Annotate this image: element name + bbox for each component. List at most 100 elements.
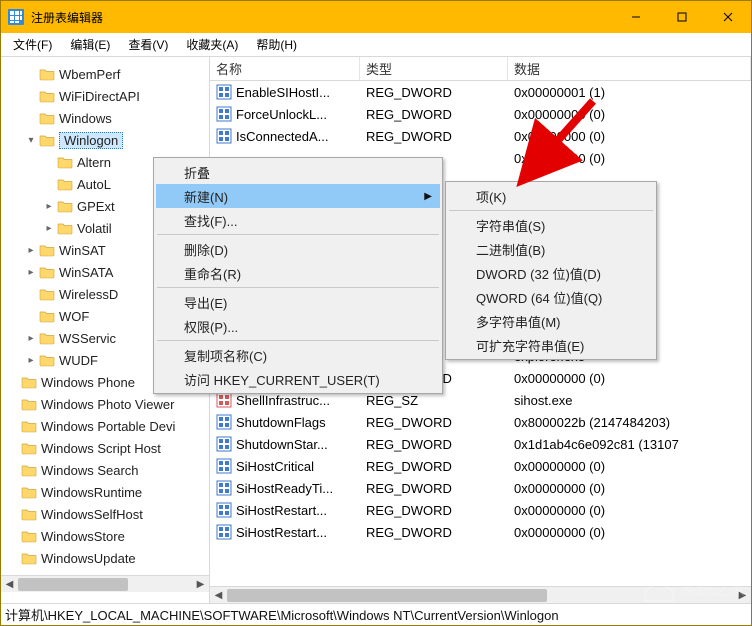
value-data: 0x00000000 (0) bbox=[508, 525, 751, 540]
tree-item-label: WOF bbox=[59, 309, 95, 324]
tree-item[interactable]: WbemPerf bbox=[1, 63, 209, 85]
tree-item-label: WindowsRuntime bbox=[41, 485, 148, 500]
value-row[interactable]: SiHostRestart...REG_DWORD0x00000000 (0) bbox=[210, 499, 751, 521]
column-name[interactable]: 名称 bbox=[210, 57, 360, 80]
menu-item[interactable]: 访问 HKEY_CURRENT_USER(T) bbox=[156, 367, 440, 391]
tree-item[interactable]: ▾Winlogon bbox=[1, 129, 209, 151]
value-name: SiHostRestart... bbox=[236, 503, 327, 518]
expand-icon[interactable] bbox=[7, 420, 19, 432]
menu-item[interactable]: 多字符串值(M) bbox=[448, 309, 654, 333]
value-name: ForceUnlockL... bbox=[236, 107, 327, 122]
titlebar[interactable]: 注册表编辑器 bbox=[1, 1, 751, 33]
expand-icon[interactable] bbox=[7, 508, 19, 520]
expand-icon[interactable]: ▸ bbox=[25, 354, 37, 366]
tree-item-label: Windows Search bbox=[41, 463, 145, 478]
expand-icon[interactable] bbox=[7, 530, 19, 542]
value-row[interactable]: ShutdownStar...REG_DWORD0x1d1ab4c6e092c8… bbox=[210, 433, 751, 455]
scroll-right-icon[interactable]: ▶ bbox=[734, 587, 751, 604]
menu-item[interactable]: 编辑(E) bbox=[62, 33, 118, 56]
expand-icon[interactable] bbox=[43, 156, 55, 168]
value-row[interactable]: EnableSIHostI...REG_DWORD0x00000001 (1) bbox=[210, 81, 751, 103]
expand-icon[interactable]: ▸ bbox=[43, 222, 55, 234]
value-type: REG_DWORD bbox=[360, 107, 508, 122]
value-row[interactable]: SiHostCriticalREG_DWORD0x00000000 (0) bbox=[210, 455, 751, 477]
expand-icon[interactable]: ▸ bbox=[25, 332, 37, 344]
menu-item[interactable]: 复制项名称(C) bbox=[156, 343, 440, 367]
menu-item[interactable]: 文件(F) bbox=[5, 33, 60, 56]
tree-item[interactable]: WindowsUpdate bbox=[1, 547, 209, 569]
value-row[interactable]: ForceUnlockL...REG_DWORD0x00000000 (0) bbox=[210, 103, 751, 125]
menu-item[interactable]: 二进制值(B) bbox=[448, 237, 654, 261]
value-row[interactable]: SiHostReadyTi...REG_DWORD0x00000000 (0) bbox=[210, 477, 751, 499]
menu-item[interactable]: 可扩充字符串值(E) bbox=[448, 333, 654, 357]
menu-item[interactable]: 查看(V) bbox=[120, 33, 176, 56]
tree-item[interactable]: WindowsRuntime bbox=[1, 481, 209, 503]
tree-item[interactable]: WindowsSelfHost bbox=[1, 503, 209, 525]
column-header[interactable]: 名称 类型 数据 bbox=[210, 57, 751, 81]
expand-icon[interactable] bbox=[25, 288, 37, 300]
value-row[interactable]: IsConnectedA...REG_DWORD0x00000000 (0) bbox=[210, 125, 751, 147]
tree-item-label: Windows bbox=[59, 111, 118, 126]
menu-item[interactable]: QWORD (64 位)值(Q) bbox=[448, 285, 654, 309]
expand-icon[interactable]: ▾ bbox=[25, 134, 37, 146]
tree-hscrollbar[interactable]: ◀ ▶ bbox=[1, 575, 209, 592]
scroll-thumb[interactable] bbox=[227, 589, 547, 602]
expand-icon[interactable]: ▸ bbox=[25, 266, 37, 278]
menu-item[interactable]: 收藏夹(A) bbox=[178, 33, 246, 56]
menu-item[interactable]: 字符串值(S) bbox=[448, 213, 654, 237]
scroll-left-icon[interactable]: ◀ bbox=[1, 576, 18, 593]
expand-icon[interactable] bbox=[7, 552, 19, 564]
expand-icon[interactable] bbox=[25, 90, 37, 102]
maximize-button[interactable] bbox=[659, 1, 705, 33]
column-data[interactable]: 数据 bbox=[508, 57, 751, 80]
menu-item[interactable]: 查找(F)... bbox=[156, 208, 440, 232]
menu-item[interactable]: 重命名(R) bbox=[156, 261, 440, 285]
tree-item[interactable]: Windows Script Host bbox=[1, 437, 209, 459]
value-icon bbox=[216, 84, 232, 100]
menu-item[interactable]: 权限(P)... bbox=[156, 314, 440, 338]
value-data: 0x00000000 (0) bbox=[508, 503, 751, 518]
expand-icon[interactable] bbox=[25, 310, 37, 322]
tree-item-label: WindowsStore bbox=[41, 529, 131, 544]
tree-item[interactable]: Windows Search bbox=[1, 459, 209, 481]
context-menu[interactable]: 折叠新建(N)▶查找(F)... 删除(D)重命名(R) 导出(E)权限(P)...… bbox=[153, 157, 443, 394]
tree-item[interactable]: WindowsStore bbox=[1, 525, 209, 547]
expand-icon[interactable] bbox=[7, 376, 19, 388]
statusbar: 计算机\HKEY_LOCAL_MACHINE\SOFTWARE\Microsof… bbox=[1, 603, 751, 625]
tree-item[interactable]: WiFiDirectAPI bbox=[1, 85, 209, 107]
expand-icon[interactable] bbox=[25, 68, 37, 80]
column-type[interactable]: 类型 bbox=[360, 57, 508, 80]
menu-item[interactable]: 帮助(H) bbox=[248, 33, 305, 56]
menu-item[interactable]: DWORD (32 位)值(D) bbox=[448, 261, 654, 285]
menu-item[interactable]: 删除(D) bbox=[156, 237, 440, 261]
folder-icon bbox=[39, 353, 55, 367]
expand-icon[interactable] bbox=[7, 442, 19, 454]
value-type: REG_DWORD bbox=[360, 525, 508, 540]
expand-icon[interactable] bbox=[25, 112, 37, 124]
value-data: 0x00000000 (0) bbox=[508, 129, 751, 144]
scroll-left-icon[interactable]: ◀ bbox=[210, 587, 227, 604]
value-name: SiHostCritical bbox=[236, 459, 314, 474]
expand-icon[interactable] bbox=[43, 178, 55, 190]
value-row[interactable]: SiHostRestart...REG_DWORD0x00000000 (0) bbox=[210, 521, 751, 543]
tree-item[interactable]: Windows bbox=[1, 107, 209, 129]
scroll-right-icon[interactable]: ▶ bbox=[192, 576, 209, 593]
expand-icon[interactable]: ▸ bbox=[43, 200, 55, 212]
tree-item[interactable]: Windows Portable Devi bbox=[1, 415, 209, 437]
expand-icon[interactable] bbox=[7, 398, 19, 410]
list-hscrollbar[interactable]: ◀ ▶ bbox=[210, 586, 751, 603]
submenu-new[interactable]: 项(K) 字符串值(S)二进制值(B)DWORD (32 位)值(D)QWORD … bbox=[445, 181, 657, 360]
menu-item[interactable]: 新建(N)▶ bbox=[156, 184, 440, 208]
value-icon bbox=[216, 524, 232, 540]
tree-item[interactable]: Windows Photo Viewer bbox=[1, 393, 209, 415]
menu-item[interactable]: 项(K) bbox=[448, 184, 654, 208]
expand-icon[interactable]: ▸ bbox=[25, 244, 37, 256]
expand-icon[interactable] bbox=[7, 464, 19, 476]
close-button[interactable] bbox=[705, 1, 751, 33]
expand-icon[interactable] bbox=[7, 486, 19, 498]
menu-item[interactable]: 折叠 bbox=[156, 160, 440, 184]
menu-item[interactable]: 导出(E) bbox=[156, 290, 440, 314]
minimize-button[interactable] bbox=[613, 1, 659, 33]
value-row[interactable]: ShutdownFlagsREG_DWORD0x8000022b (214748… bbox=[210, 411, 751, 433]
scroll-thumb[interactable] bbox=[18, 578, 128, 591]
